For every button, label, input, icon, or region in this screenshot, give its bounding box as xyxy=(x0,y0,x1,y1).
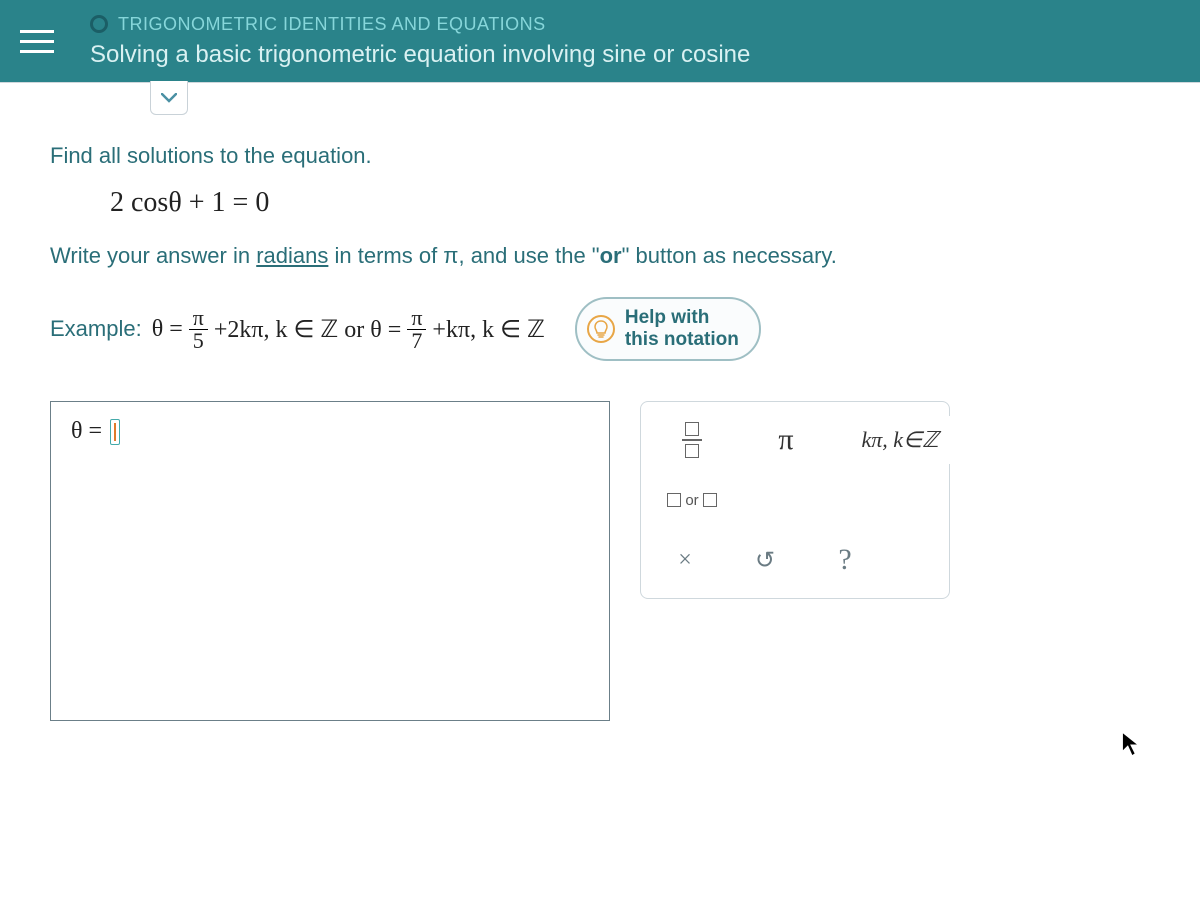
or-label: or xyxy=(685,492,698,509)
help-line2: this notation xyxy=(625,329,739,351)
fraction-button[interactable] xyxy=(657,416,727,464)
instruction-text: Find all solutions to the equation. xyxy=(50,143,1150,169)
reset-icon: ↺ xyxy=(755,546,775,575)
clear-icon: × xyxy=(678,547,692,574)
fraction-pi-7: π 7 xyxy=(407,307,426,352)
frac1-num: π xyxy=(189,307,208,330)
clear-button[interactable]: × xyxy=(657,536,713,584)
example-tail2: +kπ, k ∈ ℤ xyxy=(432,315,544,344)
reset-button[interactable]: ↺ xyxy=(737,536,793,584)
tool-palette: π kπ, k∈ℤ or × ↺ xyxy=(640,401,950,599)
help-notation-button[interactable]: Help with this notation xyxy=(575,297,761,361)
question-icon: ? xyxy=(838,543,851,577)
lesson-title: Solving a basic trigonometric equation i… xyxy=(90,41,750,69)
pi-button[interactable]: π xyxy=(751,416,821,464)
answer-input-box[interactable]: θ = xyxy=(50,401,610,721)
instr2-or: or xyxy=(600,243,622,268)
instr2-pre: Write your answer in xyxy=(50,243,256,268)
expand-toggle[interactable] xyxy=(150,81,188,115)
breadcrumb: TRIGONOMETRIC IDENTITIES AND EQUATIONS xyxy=(118,14,546,35)
page-header: TRIGONOMETRIC IDENTITIES AND EQUATIONS S… xyxy=(0,0,1200,82)
example-row: Example: θ = π 5 +2kπ, k ∈ ℤ or θ = π 7 … xyxy=(50,297,1150,361)
progress-circle-icon xyxy=(90,15,108,33)
work-row: θ = π kπ, k∈ℤ xyxy=(50,401,1150,721)
pi-symbol: π xyxy=(778,423,793,457)
frac1-den: 5 xyxy=(189,330,208,352)
or-icon: or xyxy=(667,492,716,509)
kpi-label: kπ, k∈ℤ xyxy=(861,427,938,453)
help-button[interactable]: ? xyxy=(817,536,873,584)
frac2-num: π xyxy=(407,307,426,330)
frac2-den: 7 xyxy=(407,330,426,352)
instruction-text-2: Write your answer in radians in terms of… xyxy=(50,243,1150,269)
header-text-block: TRIGONOMETRIC IDENTITIES AND EQUATIONS S… xyxy=(90,14,750,69)
fraction-icon xyxy=(682,422,702,458)
instr2-post: " button as necessary. xyxy=(622,243,837,268)
content-area: Find all solutions to the equation. 2 co… xyxy=(0,82,1200,900)
example-theta1: θ = xyxy=(152,316,183,343)
equation-display: 2 cosθ + 1 = 0 xyxy=(110,187,1150,219)
radians-link[interactable]: radians xyxy=(256,243,328,268)
kpi-button[interactable]: kπ, k∈ℤ xyxy=(845,416,955,464)
example-tail1: +2kπ, k ∈ ℤ or θ = xyxy=(214,315,401,344)
example-label: Example: xyxy=(50,316,142,342)
fraction-pi-5: π 5 xyxy=(189,307,208,352)
help-text: Help with this notation xyxy=(625,307,739,351)
menu-icon[interactable] xyxy=(20,21,60,61)
text-cursor-icon xyxy=(110,419,120,445)
help-line1: Help with xyxy=(625,307,739,329)
or-button[interactable]: or xyxy=(657,476,727,524)
answer-theta: θ = xyxy=(71,418,102,445)
example-expression: Example: θ = π 5 +2kπ, k ∈ ℤ or θ = π 7 … xyxy=(50,307,545,352)
lightbulb-icon xyxy=(587,315,615,343)
instr2-mid: in terms of π, and use the " xyxy=(328,243,599,268)
